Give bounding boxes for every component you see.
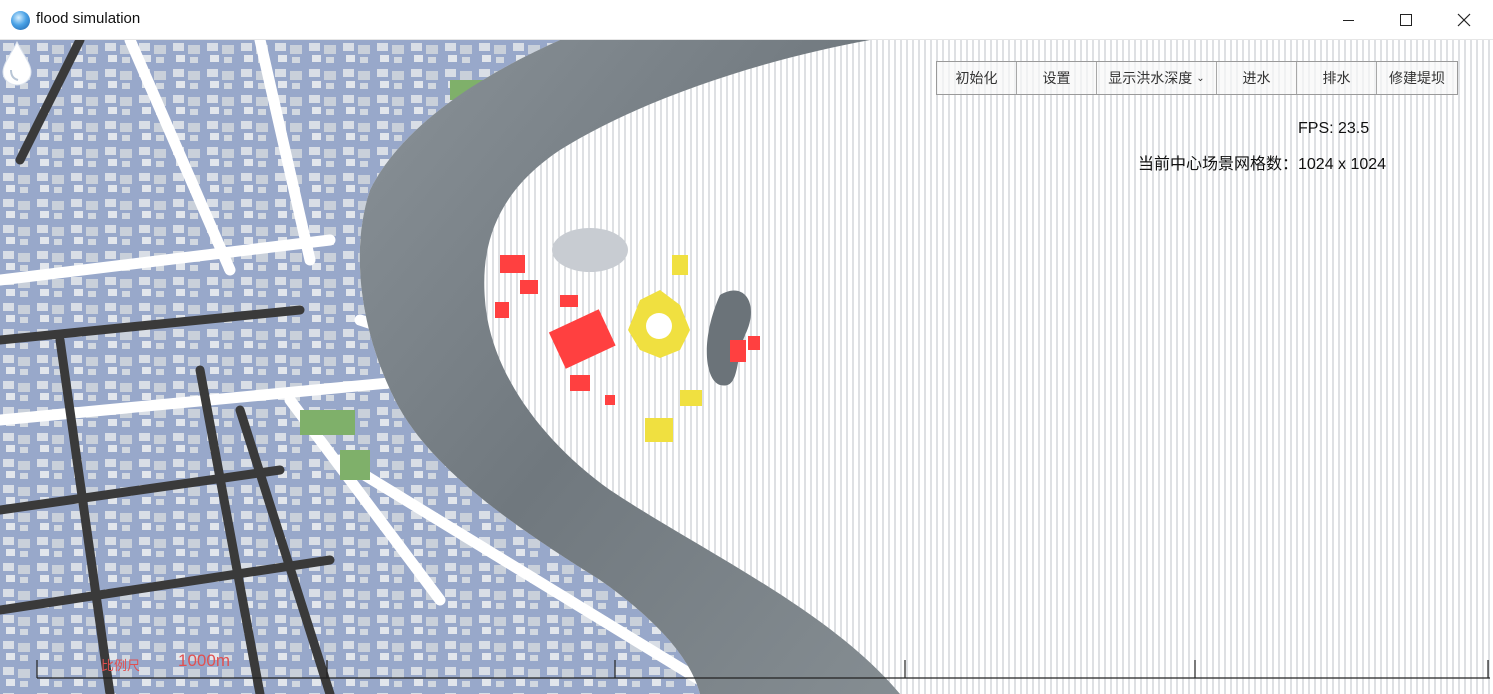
show-flood-depth-dropdown[interactable]: 显示洪水深度 ⌄ [1097,62,1217,94]
settings-button[interactable]: 设置 [1017,62,1097,94]
window-titlebar: flood simulation [0,0,1493,40]
close-icon [1457,13,1471,27]
maximize-icon [1400,14,1412,26]
drain-button[interactable]: 排水 [1297,62,1377,94]
grid-size-readout: 当前中心场景网格数：1024 x 1024 [1138,156,1387,173]
show-flood-depth-label: 显示洪水深度 [1108,71,1193,87]
close-button[interactable] [1435,0,1493,40]
maximize-button[interactable] [1377,0,1435,40]
scale-label: 比例尺 [101,659,141,674]
fps-readout: FPS: 23.5 [1298,120,1370,137]
3d-viewport[interactable] [0,40,1493,694]
window-title: flood simulation [36,10,141,27]
minimize-icon [1342,19,1354,21]
minimize-button[interactable] [1319,0,1377,40]
initialize-button[interactable]: 初始化 [937,62,1017,94]
inflow-button[interactable]: 进水 [1217,62,1297,94]
chevron-down-icon: ⌄ [1196,72,1205,84]
scale-value: 1000m [178,651,230,670]
flood-scene [0,40,1493,694]
water-drop-icon [2,40,32,86]
water-globe-icon [11,11,30,30]
simulation-toolbar: 初始化 设置 显示洪水深度 ⌄ 进水 排水 修建堤坝 [936,61,1458,95]
build-dam-button[interactable]: 修建堤坝 [1377,62,1457,94]
